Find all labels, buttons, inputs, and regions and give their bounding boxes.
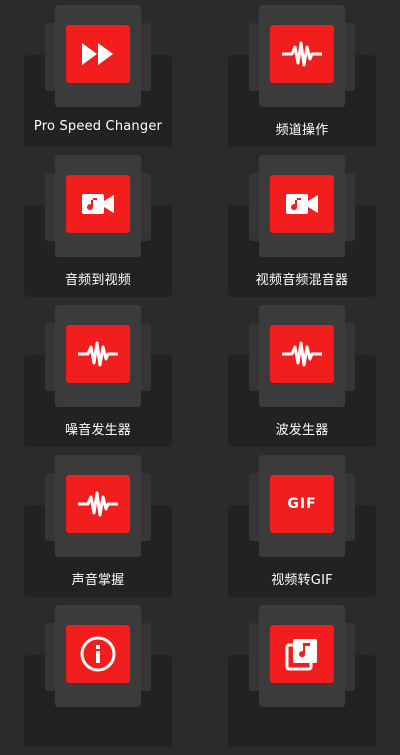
tile-label: Pro Speed Changer [33, 119, 163, 134]
tile-label: 视频音频混音器 [255, 273, 349, 288]
gif-icon: GIF [270, 475, 334, 533]
tile-label: 音频到视频 [64, 273, 131, 288]
tile-label: 波发生器 [275, 423, 329, 438]
waveform-icon [270, 25, 334, 83]
tile-wave-generator[interactable]: 波发生器 [228, 305, 376, 455]
tile-pro-speed-changer[interactable]: Pro Speed Changer [24, 5, 172, 155]
tile-video-to-gif[interactable]: GIF 视频转GIF [228, 455, 376, 605]
tile-label: 频道操作 [275, 123, 329, 138]
tile-label: 声音掌握 [71, 573, 125, 588]
fast-forward-icon [66, 25, 130, 83]
waveform-icon [66, 475, 130, 533]
tool-grid: Pro Speed Changer 频道操作 音频到视频 视频音频混音器 噪音发… [0, 0, 400, 747]
tile-audio-to-video[interactable]: 音频到视频 [24, 155, 172, 305]
waveform-icon [66, 325, 130, 383]
tile-sound-mastering[interactable]: 声音掌握 [24, 455, 172, 605]
tile-channel-operations[interactable]: 频道操作 [228, 5, 376, 155]
gif-icon-text: GIF [287, 496, 317, 512]
tile-info[interactable] [24, 605, 172, 755]
waveform-icon [270, 325, 334, 383]
tile-noise-generator[interactable]: 噪音发生器 [24, 305, 172, 455]
tile-label: 视频转GIF [271, 573, 333, 588]
music-library-icon [270, 625, 334, 683]
music-video-icon [270, 175, 334, 233]
info-icon [66, 625, 130, 683]
tile-video-audio-mixer[interactable]: 视频音频混音器 [228, 155, 376, 305]
tile-music-library[interactable] [228, 605, 376, 755]
tile-label: 噪音发生器 [64, 423, 131, 438]
music-video-icon [66, 175, 130, 233]
